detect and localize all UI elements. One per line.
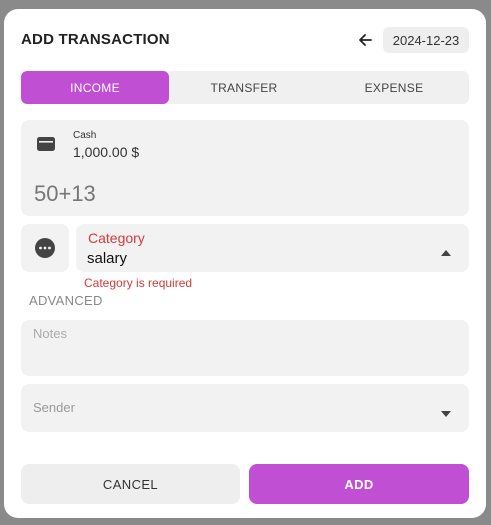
arrow-left-icon [359, 34, 372, 46]
dialog-title: ADD TRANSACTION [21, 31, 170, 48]
category-label: Category [88, 230, 145, 246]
notes-input[interactable] [21, 320, 469, 376]
tab-transfer[interactable]: TRANSFER [169, 71, 319, 104]
notes-field[interactable] [21, 320, 469, 376]
amount-input[interactable] [34, 180, 454, 208]
wallet-icon[interactable] [36, 136, 56, 157]
category-dropdown-toggle[interactable] [441, 243, 451, 261]
transaction-type-tabs: INCOME TRANSFER EXPENSE [21, 71, 469, 104]
tab-income[interactable]: INCOME [21, 71, 169, 104]
sender-select[interactable]: Sender [21, 384, 469, 432]
tab-expense[interactable]: EXPENSE [319, 71, 469, 104]
cancel-button[interactable]: CANCEL [21, 464, 240, 504]
sender-label: Sender [33, 400, 75, 415]
account-card: Cash 1,000.00 $ [21, 120, 469, 216]
category-field[interactable]: Category [76, 224, 469, 272]
account-balance: 1,000.00 $ [73, 144, 140, 160]
caret-up-icon [441, 250, 451, 256]
add-transaction-dialog: ADD TRANSACTION 2024-12-23 INCOME TRANSF… [4, 9, 486, 518]
add-button[interactable]: ADD [249, 464, 469, 504]
back-button[interactable] [354, 29, 376, 51]
category-input[interactable] [87, 248, 417, 268]
caret-down-icon [441, 411, 451, 417]
sender-dropdown-toggle[interactable] [441, 404, 451, 422]
more-horizontal-icon [35, 238, 55, 258]
category-icon-button[interactable] [21, 224, 69, 272]
account-name[interactable]: Cash [73, 130, 96, 141]
date-chip[interactable]: 2024-12-23 [383, 27, 469, 53]
advanced-section-label[interactable]: ADVANCED [29, 293, 103, 308]
category-error-message: Category is required [84, 276, 193, 290]
